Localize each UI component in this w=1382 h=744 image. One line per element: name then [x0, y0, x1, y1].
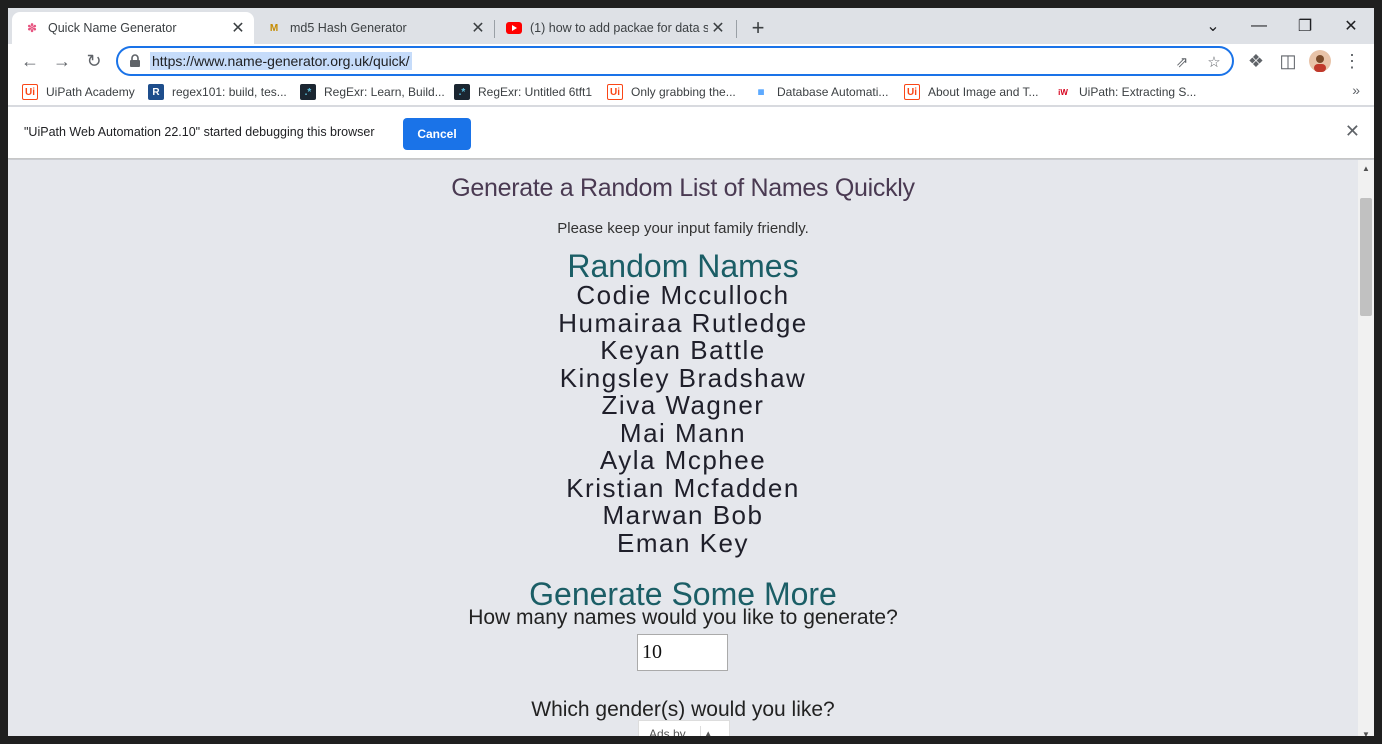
regexr-icon: .*: [454, 84, 470, 100]
uipath-icon: Ui: [607, 84, 623, 100]
tab-quick-name-generator[interactable]: ✽ Quick Name Generator ✕: [12, 12, 254, 44]
bookmark-label: Only grabbing the...: [631, 85, 736, 99]
taskbar: [0, 736, 1382, 744]
list-item: Ziva Wagner: [601, 390, 765, 420]
close-tab-icon[interactable]: ✕: [708, 18, 728, 38]
address-bar[interactable]: https://www.name-generator.org.uk/quick/…: [116, 46, 1234, 76]
side-panel-icon[interactable]: ◫: [1274, 47, 1302, 75]
page-content: Generate a Random List of Names Quickly …: [8, 160, 1358, 744]
tab-strip: ✽ Quick Name Generator ✕ M md5 Hash Gene…: [8, 8, 1374, 44]
bookmark-label: UiPath Academy: [46, 85, 135, 99]
bookmark-about-image[interactable]: Ui About Image and T...: [904, 82, 1039, 102]
infobar-message: "UiPath Web Automation 22.10" started de…: [24, 125, 375, 139]
avatar[interactable]: [1306, 47, 1334, 75]
tab-title: Quick Name Generator: [48, 21, 177, 35]
list-item: Mai Mann: [619, 417, 747, 448]
tab-separator: [736, 20, 737, 38]
bookmark-label: About Image and T...: [928, 85, 1039, 99]
list-item: Eman Key: [617, 527, 749, 558]
tab-search-icon[interactable]: ⌄: [1190, 12, 1236, 40]
bookmark-only-grabbing[interactable]: Ui Only grabbing the...: [607, 82, 736, 102]
browser-menu-icon[interactable]: ⋮: [1338, 47, 1366, 75]
scrollbar-thumb[interactable]: [1360, 198, 1372, 316]
names-list: Codie Mcculloch Humairaa Rutledge Keyan …: [8, 280, 1358, 558]
iw-icon: iW: [1058, 87, 1068, 97]
tab-md5-hash-generator[interactable]: M md5 Hash Generator ✕: [254, 12, 494, 44]
minimize-button[interactable]: —: [1236, 12, 1282, 40]
bookmark-uipath-extracting[interactable]: iW UiPath: Extracting S...: [1055, 82, 1196, 102]
bookmark-regex101[interactable]: Rregex101: build, tes...: [148, 82, 287, 102]
family-friendly-note: Please keep your input family friendly.: [557, 220, 809, 237]
bookmark-database-automation[interactable]: ▦ Database Automati...: [753, 82, 889, 102]
close-tab-icon[interactable]: ✕: [228, 18, 248, 38]
bookmark-star-icon[interactable]: ☆: [1204, 52, 1224, 72]
youtube-icon: [506, 20, 522, 36]
list-item: Humairaa Rutledge: [558, 307, 808, 338]
list-item: Kingsley Bradshaw: [559, 362, 807, 393]
list-item: Keyan Battle: [600, 335, 766, 365]
url-text[interactable]: https://www.name-generator.org.uk/quick/: [150, 52, 412, 70]
back-button[interactable]: ←: [16, 47, 44, 75]
name-count-input[interactable]: 10: [637, 634, 728, 671]
gender-question: Which gender(s) would you like?: [531, 698, 835, 721]
restore-button[interactable]: ❐: [1282, 12, 1328, 40]
page-title: Generate a Random List of Names Quickly: [451, 174, 915, 202]
regex101-icon: R: [148, 84, 164, 100]
bookmark-label: RegExr: Untitled 6tft1: [478, 85, 593, 99]
tab-youtube[interactable]: (1) how to add packae for data sc ✕: [494, 12, 734, 44]
reload-button[interactable]: ↻: [80, 47, 108, 75]
close-tab-icon[interactable]: ✕: [468, 18, 488, 38]
list-item: Ayla Mcphee: [599, 445, 767, 475]
bookmarks-bar: Ui UiPath Academy Rregex101: build, tes..…: [8, 78, 1374, 106]
debugging-infobar: "UiPath Web Automation 22.10" started de…: [8, 107, 1374, 159]
tab-title: md5 Hash Generator: [290, 21, 407, 35]
toolbar: ← → ↻ https://www.name-generator.org.uk/…: [8, 44, 1374, 78]
page-scrollbar[interactable]: ▲ ▼: [1358, 160, 1374, 744]
close-infobar-icon[interactable]: ✕: [1345, 121, 1360, 142]
list-item: Codie Mcculloch: [576, 280, 790, 310]
uipath-icon: Ui: [22, 84, 38, 100]
scroll-up-icon[interactable]: ▲: [1362, 164, 1370, 173]
flamingo-icon: ✽: [26, 21, 38, 35]
extensions-puzzle-icon[interactable]: ❖: [1242, 47, 1270, 75]
list-item: Marwan Bob: [602, 500, 764, 530]
forward-button[interactable]: →: [48, 47, 76, 75]
bookmark-uipath-academy[interactable]: Ui UiPath Academy: [22, 82, 135, 102]
browser-window: ✽ Quick Name Generator ✕ M md5 Hash Gene…: [8, 8, 1374, 744]
md5-icon: M: [269, 22, 279, 34]
bookmark-regexr-untitled[interactable]: .* RegExr: Untitled 6tft1: [454, 82, 592, 102]
database-icon: ▦: [757, 89, 765, 96]
bookmark-label: UiPath: Extracting S...: [1079, 85, 1197, 99]
tab-title: (1) how to add packae for data sc: [530, 21, 708, 35]
uipath-icon: Ui: [904, 84, 920, 100]
lock-icon: [130, 54, 140, 67]
bookmark-label: regex101: build, tes...: [172, 85, 287, 99]
cancel-button[interactable]: Cancel: [403, 118, 471, 150]
close-window-button[interactable]: ✕: [1328, 12, 1374, 40]
bookmark-regexr-learn[interactable]: .* RegExr: Learn, Build...: [300, 82, 445, 102]
bookmark-label: RegExr: Learn, Build...: [324, 85, 445, 99]
count-question: How many names would you like to generat…: [468, 606, 898, 629]
list-item: Kristian Mcfadden: [566, 472, 800, 503]
more-bookmarks-icon[interactable]: »: [1352, 82, 1360, 98]
new-tab-button[interactable]: +: [744, 14, 772, 42]
bookmark-label: Database Automati...: [777, 85, 889, 99]
regexr-icon: .*: [300, 84, 316, 100]
share-icon[interactable]: ⇗: [1172, 52, 1192, 72]
